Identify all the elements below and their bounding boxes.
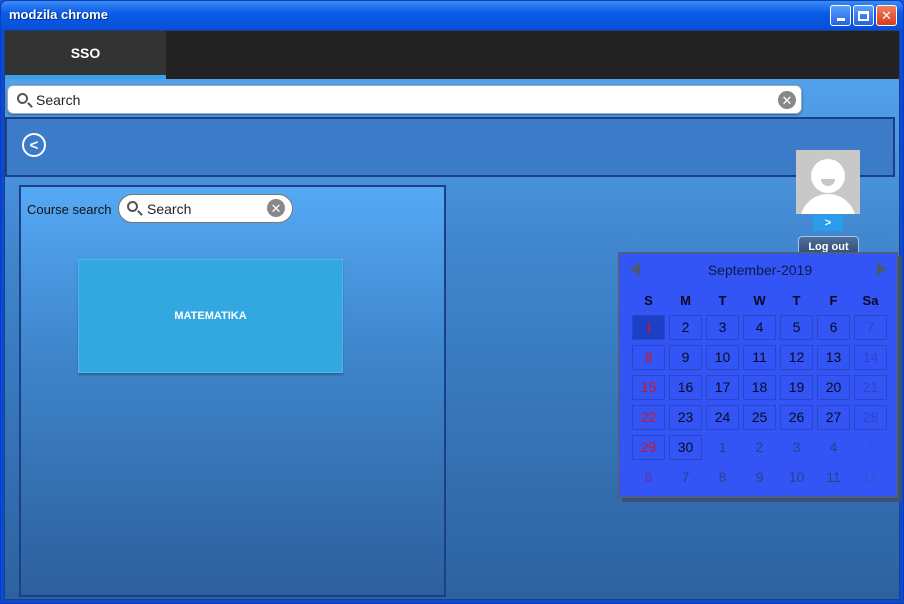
calendar-day[interactable]: 29 <box>632 434 665 460</box>
close-icon: ✕ <box>881 7 892 23</box>
calendar-day[interactable]: 24 <box>706 404 739 430</box>
calendar-day[interactable]: 21 <box>854 374 887 400</box>
close-window-button[interactable]: ✕ <box>876 5 897 26</box>
course-search-label: Course search <box>27 202 112 217</box>
search-input[interactable]: Search ✕ <box>7 85 802 114</box>
calendar-day[interactable]: 6 <box>817 314 850 340</box>
calendar-day[interactable]: 4 <box>743 314 776 340</box>
title-bar[interactable]: modzila chrome ✕ <box>1 1 903 29</box>
calendar-day[interactable]: 11 <box>743 344 776 370</box>
browser-window: modzila chrome ✕ SSO Search ✕ < Course s… <box>0 0 904 604</box>
calendar-weekday-header: F <box>829 292 838 308</box>
calendar-day[interactable]: 3 <box>780 435 813 460</box>
calendar-day[interactable]: 8 <box>706 465 739 490</box>
calendar-day[interactable]: 13 <box>817 344 850 370</box>
back-icon[interactable]: < <box>22 133 46 157</box>
calendar-day[interactable]: 14 <box>854 344 887 370</box>
minimize-button[interactable] <box>830 5 851 26</box>
clear-course-search-icon[interactable]: ✕ <box>267 199 285 217</box>
calendar-day[interactable]: 6 <box>632 465 665 490</box>
calendar-day[interactable]: 25 <box>743 404 776 430</box>
maximize-icon <box>858 10 869 21</box>
calendar-day[interactable]: 11 <box>817 465 850 490</box>
calendar-weekday-header: Sa <box>862 292 879 308</box>
calendar-weekday-header: S <box>644 292 653 308</box>
calendar-day[interactable]: 5 <box>780 314 813 340</box>
calendar-day[interactable]: 9 <box>743 465 776 490</box>
calendar-day[interactable]: 10 <box>780 465 813 490</box>
calendar-month-title: September-2019 <box>707 262 813 278</box>
course-card-matematika[interactable]: MATEMATIKA <box>78 259 343 373</box>
calendar-day[interactable]: 12 <box>780 344 813 370</box>
next-month-icon[interactable] <box>877 262 887 276</box>
course-search-placeholder: Search <box>147 201 192 217</box>
calendar-day[interactable]: 1 <box>632 314 665 340</box>
avatar[interactable] <box>796 150 860 214</box>
course-search-input[interactable]: Search ✕ <box>118 194 293 223</box>
calendar-day[interactable]: 28 <box>854 404 887 430</box>
search-placeholder: Search <box>36 92 81 108</box>
avatar-head-shape <box>811 159 845 193</box>
calendar-day[interactable]: 16 <box>669 374 702 400</box>
calendar-day[interactable]: 18 <box>743 374 776 400</box>
window-title: modzila chrome <box>9 7 108 22</box>
calendar-widget: September-2019 S M T W T F Sa 1 2 3 4 5 6 7 8 9 10 11 12 13… <box>618 252 898 498</box>
user-next-button[interactable]: > <box>813 214 843 231</box>
calendar-day[interactable]: 23 <box>669 404 702 430</box>
minimize-icon <box>836 18 845 21</box>
calendar-day[interactable]: 20 <box>817 374 850 400</box>
calendar-day[interactable]: 26 <box>780 404 813 430</box>
maximize-button[interactable] <box>853 5 874 26</box>
calendar-day[interactable]: 7 <box>669 465 702 490</box>
calendar-weekday-header: W <box>753 292 766 308</box>
calendar-day[interactable]: 27 <box>817 404 850 430</box>
calendar-day[interactable]: 10 <box>706 344 739 370</box>
calendar-day[interactable]: 9 <box>669 344 702 370</box>
calendar-day[interactable]: 19 <box>780 374 813 400</box>
course-panel: Course search Search ✕ MATEMATIKA <box>19 185 446 597</box>
calendar-day[interactable]: 8 <box>632 344 665 370</box>
search-icon <box>17 93 28 104</box>
avatar-body-shape <box>800 194 856 214</box>
tab-sso[interactable]: SSO <box>5 31 166 79</box>
calendar-day[interactable]: 7 <box>854 314 887 340</box>
calendar-day[interactable]: 30 <box>669 434 702 460</box>
calendar-day[interactable]: 2 <box>743 435 776 460</box>
clear-search-icon[interactable]: ✕ <box>778 91 796 109</box>
calendar-day[interactable]: 3 <box>706 314 739 340</box>
calendar-weekday-header: M <box>680 292 691 308</box>
calendar-day[interactable]: 5 <box>854 435 887 460</box>
calendar-grid: S M T W T F Sa 1 2 3 4 5 6 7 8 9 10 11 12 13 14 15 16 17 18 19 20 2… <box>630 288 890 492</box>
calendar-day[interactable]: 22 <box>632 404 665 430</box>
calendar-weekday-header: T <box>792 292 801 308</box>
search-icon <box>127 201 138 212</box>
calendar-day[interactable]: 2 <box>669 314 702 340</box>
calendar-day[interactable]: 15 <box>632 374 665 400</box>
page-toolbar: < <box>5 117 895 177</box>
calendar-day[interactable]: 17 <box>706 374 739 400</box>
calendar-weekday-header: T <box>718 292 727 308</box>
calendar-day[interactable]: 4 <box>817 435 850 460</box>
top-navbar: SSO <box>5 31 899 79</box>
calendar-day[interactable]: 12 <box>854 465 887 490</box>
prev-month-icon[interactable] <box>630 262 640 276</box>
calendar-day[interactable]: 1 <box>706 435 739 460</box>
